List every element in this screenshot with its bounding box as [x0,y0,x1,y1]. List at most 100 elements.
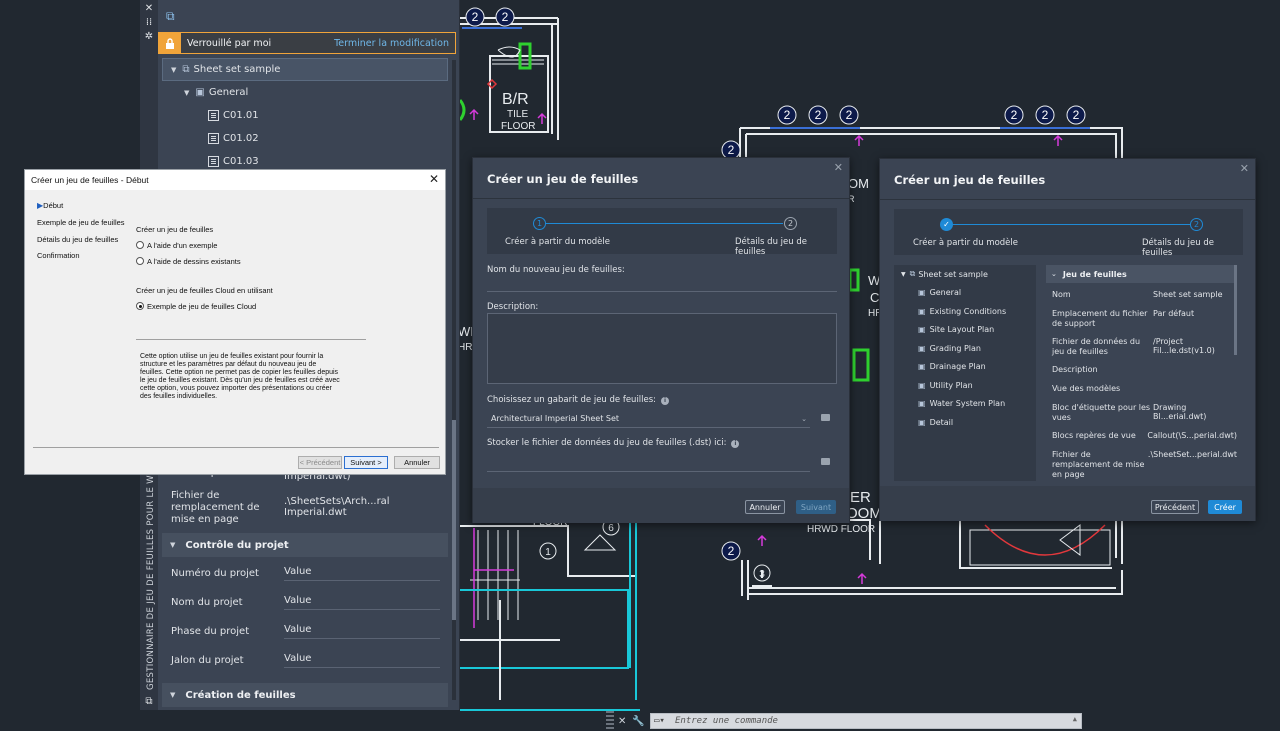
chevron-down-icon[interactable]: ▼ [184,89,189,97]
tree-item-subset[interactable]: ▣ Grading Plan [894,339,1036,358]
property-row[interactable]: Emplacement du fichier de support Par dé… [1052,309,1237,337]
property-row[interactable]: Description [1052,365,1237,384]
create-sheet-set-dialog-step2: Créer un jeu de feuilles ✕ ✓ 2 Créer à p… [879,158,1256,521]
finish-editing-link[interactable]: Terminer la modification [334,38,449,49]
command-line-grip[interactable] [606,711,614,731]
tree-item-subset[interactable]: ▣ Detail [894,413,1036,432]
cancel-button[interactable]: Annuler [394,456,440,469]
command-prompt-icon[interactable]: ▭▾ [654,716,665,726]
property-row[interactable]: Numéro du projet Value [162,559,448,588]
property-value[interactable]: Value [284,566,440,581]
tree-item-sheet-set[interactable]: ▼ ⧉ Sheet set sample [894,265,1036,284]
dialog-title: Créer un jeu de feuilles - Début [25,170,445,190]
scrollbar-thumb[interactable] [452,420,456,620]
chevron-down-icon[interactable]: ▼ [170,541,175,549]
description-textarea[interactable] [487,313,837,384]
tree-item-subset[interactable]: ▣ Site Layout Plan [894,321,1036,340]
cancel-button[interactable]: Annuler [745,500,785,514]
tree-item-subset[interactable]: ▣ Drainage Plan [894,358,1036,377]
property-key: Fichier de remplacement de mise en page [171,490,260,525]
stepper-line [952,224,1190,225]
section-project-control[interactable]: ▼ Contrôle du projet [162,533,448,557]
tree-item-subset[interactable]: ▣ Utility Plan [894,376,1036,395]
radio-icon[interactable] [136,241,144,249]
tree-item-label: Sheet set sample [193,64,281,75]
properties-scrollbar[interactable] [1234,265,1237,355]
property-row[interactable]: Blocs repères de vue Callout(\S...perial.… [1052,431,1237,450]
command-input[interactable]: ▭▾ Entrez une commande ▲ [650,713,1082,729]
property-value[interactable]: Value [284,653,440,668]
sheet-set-manager-icon[interactable]: ⧉ [166,9,175,24]
subset-icon: ▣ [918,362,926,372]
svg-text:2: 2 [1042,108,1049,122]
tree-item-sheet-set[interactable]: ▼ ⧉ Sheet set sample [162,58,448,81]
previous-button[interactable]: < Précédent [298,456,342,469]
chevron-down-icon[interactable]: ▼ [901,271,906,278]
sheet-icon [208,110,219,121]
name-input[interactable] [487,291,837,292]
store-location-input[interactable] [487,471,810,472]
wizard-step: Exemple de jeu de feuilles [37,218,125,227]
property-row[interactable]: Fichier de remplacement de mise en page.… [1052,450,1237,479]
property-row[interactable]: Phase du projet Value [162,617,448,646]
previous-button[interactable]: Précédent [1151,500,1199,514]
step-2-indicator[interactable]: 2 [784,217,797,230]
tree-item-sheet[interactable]: C01.01 [162,104,448,127]
cad-label-oom-frag: OOM [846,505,882,522]
property-row[interactable]: Bloc d'étiquette pour les vues Drawing Bl… [1052,403,1237,431]
tree-item-sheet[interactable]: C01.02 [162,127,448,150]
gear-icon[interactable]: ✲ [144,32,154,42]
chevron-down-icon[interactable]: ▼ [170,691,175,699]
tree-item-subset[interactable]: ▣ Existing Conditions [894,302,1036,321]
section-sheet-creation[interactable]: ▼ Création de feuilles [162,683,448,707]
template-select[interactable]: Architectural Imperial Sheet Set ⌄ [487,414,810,428]
property-value[interactable]: Value [284,595,440,610]
radio-option-cloud[interactable]: Exemple de jeu de feuilles Cloud [136,302,256,311]
create-button[interactable]: Créer [1208,500,1242,514]
close-icon[interactable]: ✕ [429,172,439,186]
tree-item-subset[interactable]: ▣ General [894,284,1036,303]
close-icon[interactable]: ✕ [618,716,626,727]
tree-item-subset[interactable]: ▣ Water System Plan [894,395,1036,414]
folder-icon[interactable] [821,458,830,465]
chevron-down-icon[interactable]: ▼ [171,66,176,74]
radio-checked-icon[interactable] [136,302,144,310]
property-row[interactable]: Fichier de remplacement de mise en page … [162,485,448,531]
property-row[interactable]: Nom Sheet set sample [1052,290,1237,309]
radio-option-existing[interactable]: A l'aide de dessins existants [136,257,241,266]
next-button[interactable]: Suivant > [344,456,388,469]
close-icon[interactable]: ✕ [834,161,843,174]
chevron-down-icon[interactable]: ⌄ [801,415,807,423]
property-key: Nom du projet [171,596,243,608]
chevron-up-icon[interactable]: ▲ [1073,715,1077,723]
sheet-set-properties-panel: ⌄ Jeu de feuilles Nom Sheet set sample Em… [1046,265,1237,481]
pin-icon[interactable]: ⁞⁞ [144,18,154,28]
step-1-indicator[interactable]: 1 [533,217,546,230]
step-2-label: Détails du jeu de feuilles [735,237,807,257]
svg-text:2: 2 [784,108,791,122]
property-row[interactable]: Vue des modèles [1052,384,1237,403]
property-row[interactable]: Nom du projet Value [162,588,448,617]
folder-icon[interactable] [821,414,830,421]
close-icon[interactable]: ✕ [144,4,154,14]
property-row[interactable]: Fichier de données du jeu de feuilles/Pr… [1052,337,1237,365]
name-label: Nom du nouveau jeu de feuilles: [487,265,625,275]
properties-section-header[interactable]: ⌄ Jeu de feuilles [1046,265,1237,283]
property-value[interactable]: .\SheetSets\Arch...ral Imperial.dwt [284,496,440,521]
step-2-indicator[interactable]: 2 [1190,218,1203,231]
radio-icon[interactable] [136,257,144,265]
close-icon[interactable]: ✕ [1240,162,1249,175]
tree-item-subset[interactable]: ▼ ▣ General [162,81,448,104]
chevron-down-icon[interactable]: ⌄ [1051,270,1057,278]
cad-label-hrwd-floor: HRWD FLOOR [807,524,875,535]
info-icon[interactable]: i [731,440,740,448]
radio-option-example[interactable]: A l'aide d'un exemple [136,241,217,250]
step-1-complete-check-icon[interactable]: ✓ [940,218,953,231]
wizard-stepper: ✓ 2 Créer à partir du modèle Détails du … [894,209,1243,258]
wrench-icon[interactable]: 🔧 [632,716,644,727]
palette-scrollbar[interactable] [452,60,456,700]
next-button[interactable]: Suivant [796,500,836,514]
info-icon[interactable]: i [661,397,670,405]
property-row[interactable]: Jalon du projet Value [162,646,448,675]
property-value[interactable]: Value [284,624,440,639]
